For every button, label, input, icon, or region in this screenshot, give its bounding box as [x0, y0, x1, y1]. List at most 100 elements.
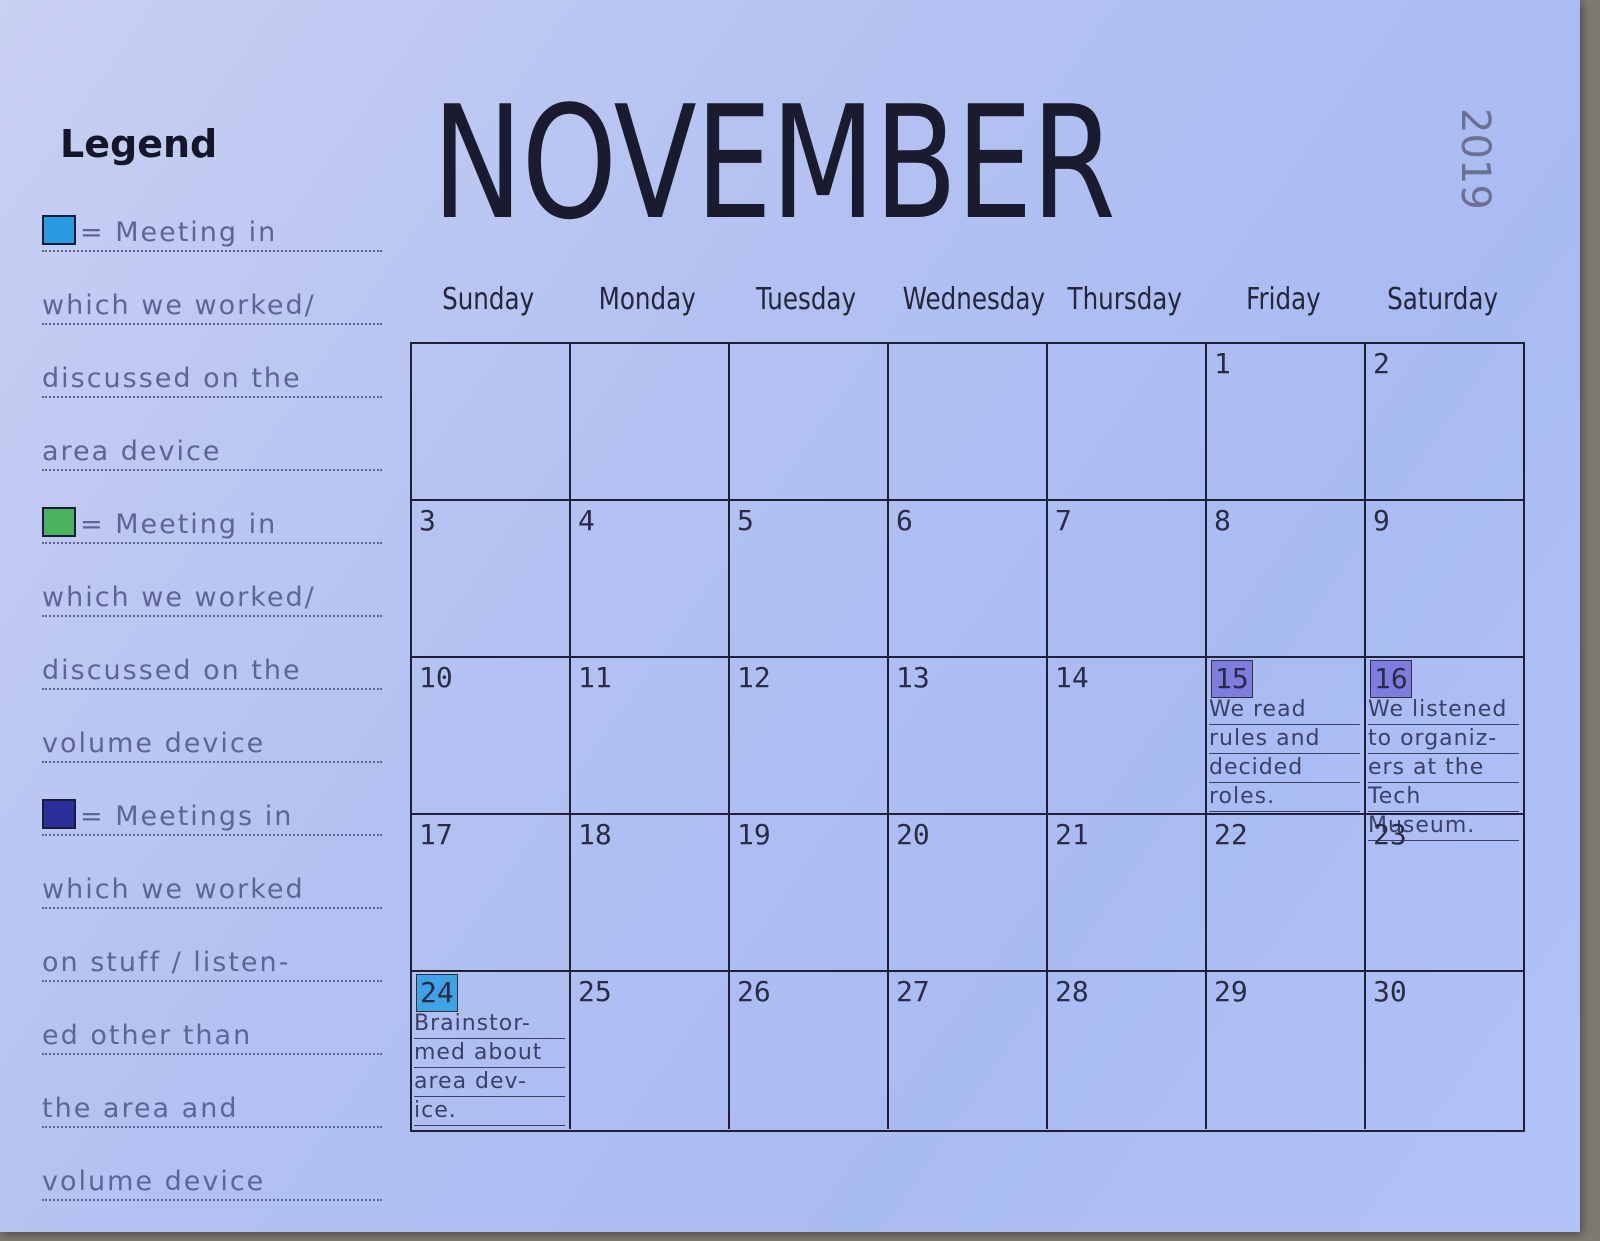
day-number: 16 — [1370, 660, 1412, 698]
legend-text: = Meeting in — [42, 215, 382, 252]
legend-text: volume device — [42, 1166, 382, 1201]
day-cell: 5 — [730, 501, 889, 658]
legend: = Meeting in which we worked/discussed on… — [42, 185, 382, 1207]
day-number: 28 — [1055, 975, 1089, 1008]
day-cell: 12 — [730, 658, 889, 815]
day-cell: 8 — [1207, 501, 1366, 658]
day-number: 6 — [896, 504, 913, 537]
day-number: 23 — [1373, 818, 1407, 851]
note-line: to organiz- — [1368, 725, 1519, 754]
day-number: 21 — [1055, 818, 1089, 851]
legend-line: discussed on the — [42, 623, 382, 696]
day-cell: 29 — [1207, 972, 1366, 1129]
day-cell: 9 — [1366, 501, 1523, 658]
weekday-thursday: Thursday — [1067, 282, 1182, 317]
day-number: 18 — [578, 818, 612, 851]
day-cell: 14 — [1048, 658, 1207, 815]
day-cell — [412, 344, 571, 501]
legend-line: = Meeting in — [42, 185, 382, 258]
day-number: 13 — [896, 661, 930, 694]
day-note: Brainstor-med about area dev-ice. — [414, 1010, 565, 1126]
day-number: 3 — [419, 504, 436, 537]
day-cell: 19 — [730, 815, 889, 972]
legend-line: discussed on the — [42, 331, 382, 404]
legend-text: volume device — [42, 728, 382, 763]
calendar-grid: 1 2 3 4 5 6 7 8 9 10 11 12 13 14 15 We read rules and dec… — [410, 342, 1525, 1132]
legend-text: ed other than — [42, 1020, 382, 1055]
legend-line: area device — [42, 404, 382, 477]
note-line: We read — [1209, 696, 1360, 725]
note-line: We listened — [1368, 696, 1519, 725]
day-number: 9 — [1373, 504, 1390, 537]
legend-text: which we worked — [42, 874, 382, 909]
legend-line: the area and — [42, 1061, 382, 1134]
legend-line: volume device — [42, 1134, 382, 1207]
legend-text: discussed on the — [42, 655, 382, 690]
day-cell: 2 — [1366, 344, 1523, 501]
weekday-wednesday: Wednesday — [902, 282, 1046, 317]
weekday-saturday: Saturday — [1387, 282, 1498, 317]
day-number: 4 — [578, 504, 595, 537]
day-number: 10 — [419, 661, 453, 694]
day-cell: 17 — [412, 815, 571, 972]
legend-line: volume device — [42, 696, 382, 769]
day-cell: 25 — [571, 972, 730, 1129]
legend-title: Legend — [60, 122, 218, 166]
legend-text: on stuff / listen- — [42, 947, 382, 982]
calendar-page: Legend = Meeting in which we worked/discu… — [0, 0, 1580, 1232]
day-number: 11 — [578, 661, 612, 694]
day-number: 15 — [1211, 660, 1253, 698]
day-cell: 11 — [571, 658, 730, 815]
day-cell: 16 We listened to organiz-ers at the Tech Mu… — [1366, 658, 1523, 841]
day-cell: 13 — [889, 658, 1048, 815]
day-cell: 20 — [889, 815, 1048, 972]
day-cell: 21 — [1048, 815, 1207, 972]
day-cell — [571, 344, 730, 501]
legend-text: = Meeting in — [42, 507, 382, 544]
day-cell — [730, 344, 889, 501]
day-number: 8 — [1214, 504, 1231, 537]
day-cell: 27 — [889, 972, 1048, 1129]
day-cell: 1 — [1207, 344, 1366, 501]
day-cell: 22 — [1207, 815, 1366, 972]
note-line: Brainstor- — [414, 1010, 565, 1039]
note-line: Tech — [1368, 783, 1519, 812]
note-line: rules and — [1209, 725, 1360, 754]
legend-swatch — [42, 799, 76, 829]
day-number: 25 — [578, 975, 612, 1008]
legend-line: on stuff / listen- — [42, 915, 382, 988]
day-number: 17 — [419, 818, 453, 851]
day-number: 14 — [1055, 661, 1089, 694]
legend-text: area device — [42, 436, 382, 471]
legend-text: the area and — [42, 1093, 382, 1128]
day-number: 5 — [737, 504, 754, 537]
note-line: roles. — [1209, 783, 1360, 812]
weekday-monday: Monday — [598, 282, 697, 317]
day-cell: 10 — [412, 658, 571, 815]
day-number: 1 — [1214, 347, 1231, 380]
note-line: area dev- — [414, 1068, 565, 1097]
day-cell: 30 — [1366, 972, 1523, 1129]
day-cell: 26 — [730, 972, 889, 1129]
legend-swatch — [42, 215, 76, 245]
note-line: med about — [414, 1039, 565, 1068]
day-cell: 6 — [889, 501, 1048, 658]
year-label: 2019 — [1452, 108, 1498, 210]
day-number: 27 — [896, 975, 930, 1008]
note-line: ers at the — [1368, 754, 1519, 783]
day-number: 24 — [416, 974, 458, 1012]
weekday-header: Sunday Monday Tuesday Wednesday Thursday Frid… — [410, 282, 1525, 342]
day-number: 19 — [737, 818, 771, 851]
legend-text: = Meetings in — [42, 799, 382, 836]
legend-text: which we worked/ — [42, 290, 382, 325]
weekday-friday: Friday — [1246, 282, 1321, 317]
legend-line: which we worked/ — [42, 550, 382, 623]
day-cell: 18 — [571, 815, 730, 972]
legend-line: which we worked — [42, 842, 382, 915]
legend-text: discussed on the — [42, 363, 382, 398]
legend-line: which we worked/ — [42, 258, 382, 331]
legend-text: which we worked/ — [42, 582, 382, 617]
note-line: ice. — [414, 1097, 565, 1126]
month-title: NOVEMBER — [432, 72, 1116, 254]
day-number: 30 — [1373, 975, 1407, 1008]
